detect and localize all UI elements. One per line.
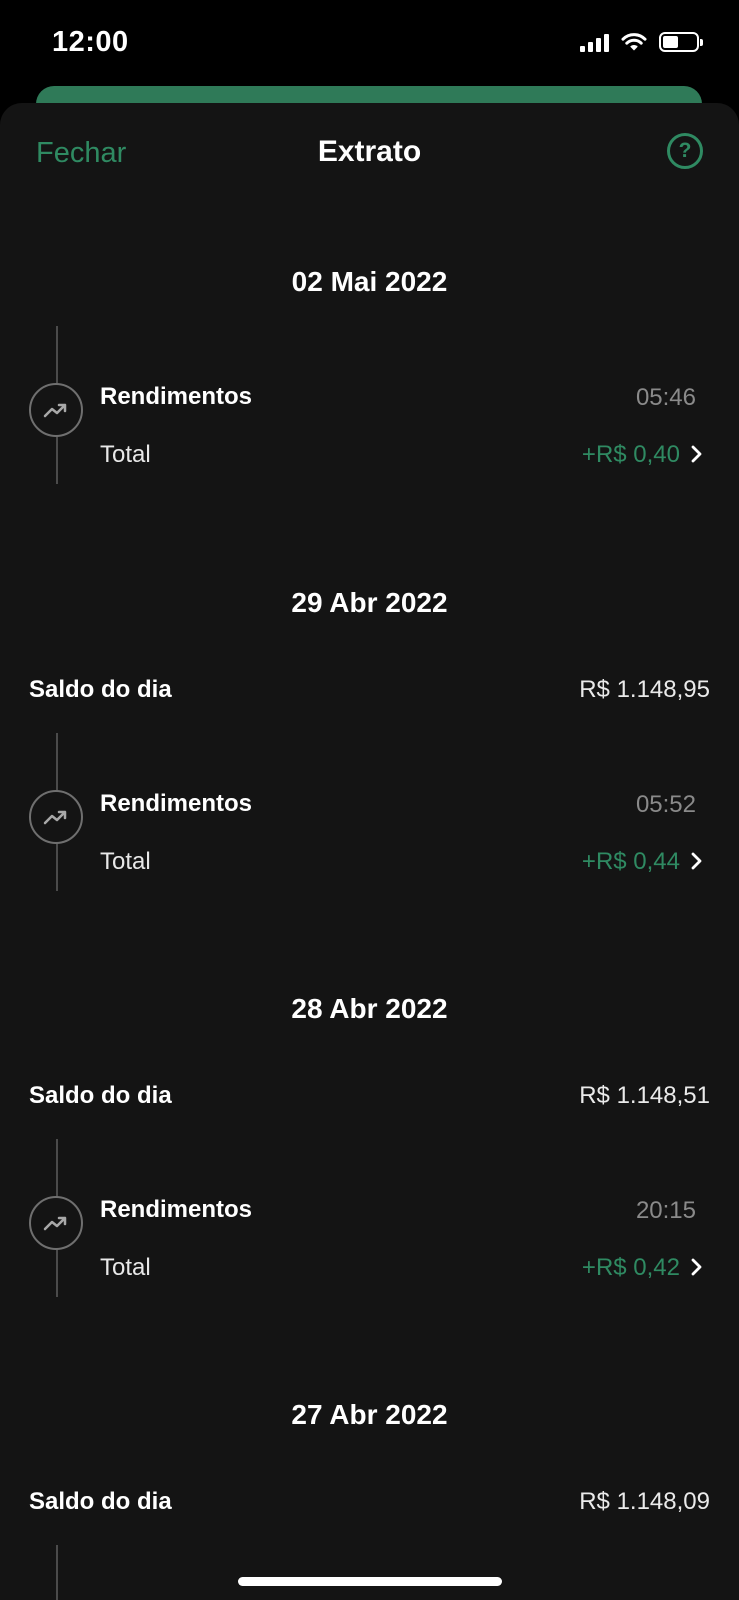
chevron-right-icon (691, 445, 702, 463)
date-heading: 27 Abr 2022 (291, 1399, 448, 1430)
transaction-amount: +R$ 0,40 (581, 441, 680, 468)
daily-balance-value: R$ 1.148,09 (579, 1488, 710, 1515)
transaction-subtitle: Total (100, 441, 151, 468)
status-bar: 12:00 (0, 0, 739, 88)
daily-balance-row: Saldo do dia R$ 1.148,51 (29, 1082, 710, 1116)
daily-balance-value: R$ 1.148,51 (579, 1082, 710, 1109)
status-time: 12:00 (52, 26, 129, 58)
page-title: Extrato (317, 135, 422, 168)
trending-up-icon (29, 790, 83, 844)
battery-icon (659, 32, 703, 52)
transaction-amount: +R$ 0,42 (581, 1254, 680, 1281)
help-circle-icon[interactable]: ? (667, 133, 703, 169)
date-heading: 28 Abr 2022 (291, 993, 448, 1024)
transaction-title: Rendimentos (100, 1196, 253, 1223)
transaction-item[interactable]: Rendimentos 05:52 Total +R$ 0,44 (0, 733, 739, 893)
wifi-icon (621, 33, 647, 51)
transaction-title: Rendimentos (100, 790, 253, 817)
daily-balance-label: Saldo do dia (29, 676, 172, 703)
daily-balance-label: Saldo do dia (29, 1488, 172, 1515)
transaction-amount: +R$ 0,44 (581, 848, 680, 875)
transaction-time: 05:52 (635, 791, 696, 818)
status-icons (580, 32, 703, 52)
trending-up-icon (29, 383, 83, 437)
trending-up-icon (29, 1196, 83, 1250)
daily-balance-label: Saldo do dia (29, 1082, 172, 1109)
date-heading: 29 Abr 2022 (291, 587, 448, 618)
chevron-right-icon (691, 852, 702, 870)
daily-balance-row: Saldo do dia R$ 1.148,95 (29, 676, 710, 710)
timeline-line (56, 1545, 58, 1600)
signal-icon (580, 32, 609, 52)
transaction-item[interactable]: Rendimentos 20:15 Total +R$ 0,42 (0, 1139, 739, 1299)
transaction-title: Rendimentos (100, 383, 253, 410)
chevron-right-icon (691, 1258, 702, 1276)
statement-sheet[interactable]: Fechar Extrato ? 02 Mai 2022 Rendimentos… (0, 103, 739, 1600)
transaction-time: 20:15 (635, 1197, 696, 1224)
transaction-subtitle: Total (100, 1254, 151, 1281)
sheet-header: Fechar Extrato ? (0, 103, 739, 203)
transaction-item[interactable]: Rendimentos 05:46 Total +R$ 0,40 (0, 326, 739, 486)
daily-balance-row: Saldo do dia R$ 1.148,09 (29, 1488, 710, 1522)
transaction-time: 05:46 (635, 384, 696, 411)
date-heading: 02 Mai 2022 (291, 266, 448, 297)
daily-balance-value: R$ 1.148,95 (579, 676, 710, 703)
transaction-subtitle: Total (100, 848, 151, 875)
home-indicator[interactable] (238, 1577, 502, 1586)
